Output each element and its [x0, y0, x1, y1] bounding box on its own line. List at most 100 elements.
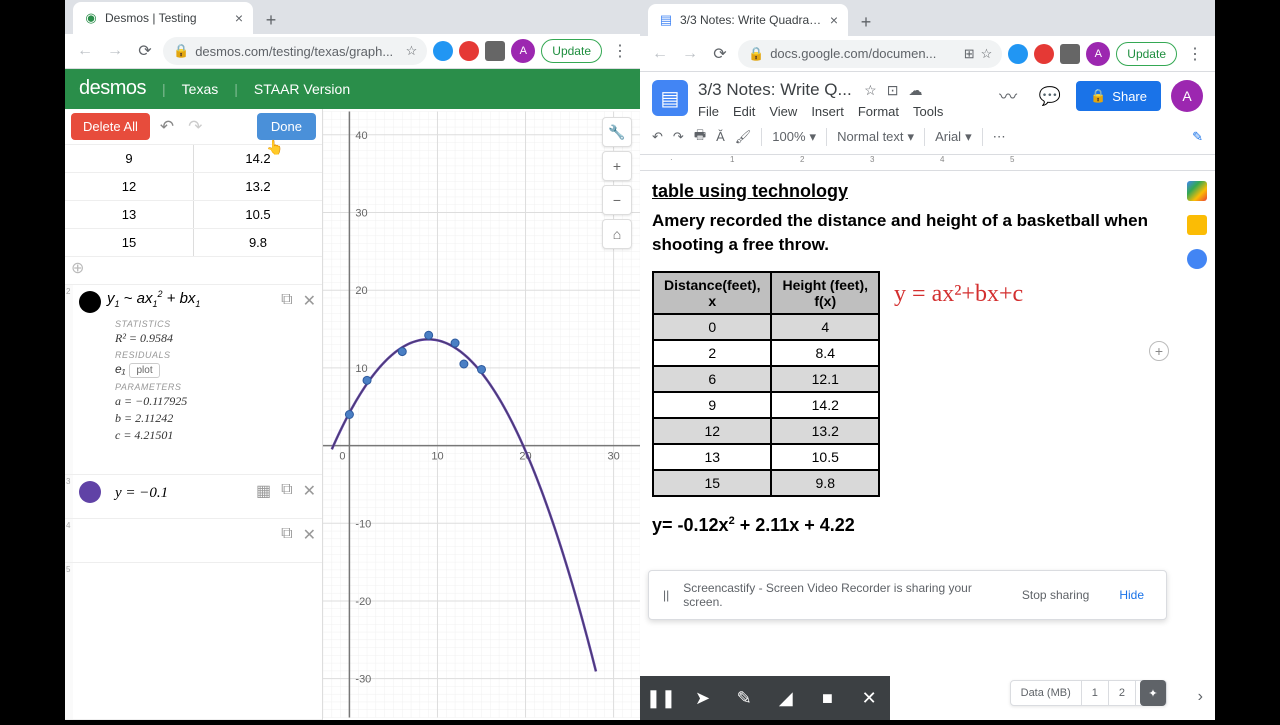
new-tab-button[interactable]: + — [257, 6, 285, 34]
zoom-icon[interactable]: ⊕ — [71, 258, 84, 278]
close-tab-icon[interactable]: × — [830, 12, 838, 28]
extension-icon[interactable] — [433, 41, 453, 61]
undo-icon[interactable]: ↶ — [652, 129, 663, 145]
close-tab-icon[interactable]: × — [235, 10, 243, 26]
extension-icon[interactable] — [1034, 44, 1054, 64]
cloud-icon[interactable]: ☁ — [908, 82, 922, 99]
pointer-icon[interactable]: ➤ — [687, 688, 717, 709]
extension-icon[interactable] — [1008, 44, 1028, 64]
profile-avatar[interactable]: A — [1086, 42, 1110, 66]
calendar-icon[interactable] — [1187, 181, 1207, 201]
star-icon[interactable]: ☆ — [864, 82, 877, 99]
format-toolbar: ↶ ↷ 🖶 Ǎ 🖌 100% ▾ Normal text ▾ Arial ▾ ⋯… — [640, 119, 1215, 155]
forward-icon[interactable]: → — [678, 42, 702, 66]
duplicate-icon[interactable]: ⧉ — [281, 481, 292, 501]
star-icon[interactable]: ☆ — [406, 43, 418, 59]
delete-icon[interactable]: ✕ — [303, 291, 316, 311]
region-label[interactable]: Texas — [182, 81, 219, 97]
chevron-right-icon[interactable]: › — [1198, 688, 1203, 706]
home-icon[interactable]: ⌂ — [602, 219, 632, 249]
reload-icon[interactable]: ⟳ — [133, 39, 157, 63]
menu-format[interactable]: Format — [858, 104, 899, 119]
expression-panel: Delete All ↶ ↷ Done 👆 914.2 1213.2 1310.… — [65, 109, 323, 720]
back-icon[interactable]: ← — [648, 42, 672, 66]
plot-button[interactable]: plot — [129, 363, 159, 378]
delete-icon[interactable]: ✕ — [303, 525, 316, 545]
browser-tab[interactable]: ◉ Desmos | Testing × — [73, 2, 253, 34]
forward-icon[interactable]: → — [103, 39, 127, 63]
ruler[interactable]: ·12345 — [640, 155, 1215, 171]
color-dot[interactable] — [79, 481, 101, 503]
profile-avatar[interactable]: A — [511, 39, 535, 63]
more-icon[interactable]: ⋯ — [993, 129, 1006, 145]
menu-edit[interactable]: Edit — [733, 104, 755, 119]
camera-icon[interactable]: ■ — [812, 688, 842, 709]
menu-icon[interactable]: ⋮ — [608, 39, 632, 63]
docs-favicon: ▤ — [658, 12, 674, 28]
add-comment-button[interactable]: + — [1149, 341, 1169, 361]
done-button[interactable]: Done — [257, 113, 316, 140]
spellcheck-icon[interactable]: Ǎ — [716, 129, 725, 144]
edit-mode-icon[interactable]: ✎ — [1192, 129, 1203, 145]
star-icon[interactable]: ☆ — [981, 46, 993, 62]
comment-icon[interactable]: 💬 — [1034, 80, 1066, 112]
document-body[interactable]: table using technology Amery recorded th… — [640, 171, 1179, 720]
reload-icon[interactable]: ⟳ — [708, 42, 732, 66]
menu-bar: File Edit View Insert Format Tools — [698, 104, 982, 119]
svg-text:40: 40 — [355, 130, 367, 142]
doc-title[interactable]: 3/3 Notes: Write Q... — [698, 80, 852, 99]
explore-bar[interactable]: Data (MB) 1 2 ✦ — [1010, 680, 1167, 706]
close-icon[interactable]: ✕ — [854, 688, 884, 709]
keep-icon[interactable] — [1187, 215, 1207, 235]
duplicate-icon[interactable]: ⧉ — [281, 291, 292, 311]
update-button[interactable]: Update — [541, 39, 602, 63]
svg-text:-10: -10 — [355, 518, 371, 530]
paint-icon[interactable]: 🖌 — [735, 129, 752, 145]
url-input[interactable]: 🔒 desmos.com/testing/texas/graph... ☆ — [163, 37, 427, 65]
svg-text:-20: -20 — [355, 596, 371, 608]
tasks-icon[interactable] — [1187, 249, 1207, 269]
browser-tab[interactable]: ▤ 3/3 Notes: Write Quadratic Eq... × — [648, 4, 848, 36]
graph-canvas[interactable]: 102030-30-20-10102030400 🔧 + − ⌂ — [323, 109, 640, 720]
activity-icon[interactable]: 〰 — [992, 80, 1024, 112]
delete-icon[interactable]: ✕ — [303, 481, 316, 501]
move-icon[interactable]: ⊡ — [887, 82, 899, 99]
extension-icon[interactable] — [485, 41, 505, 61]
color-dot[interactable] — [79, 291, 101, 313]
avatar[interactable]: A — [1171, 80, 1203, 112]
zoom-select[interactable]: 100% ▾ — [772, 129, 816, 145]
explore-icon[interactable]: ✦ — [1140, 680, 1166, 706]
zoom-in-icon[interactable]: + — [602, 151, 632, 181]
pause-icon[interactable]: ❚❚ — [646, 688, 676, 709]
redo-icon[interactable]: ↷ — [673, 129, 684, 145]
back-icon[interactable]: ← — [73, 39, 97, 63]
zoom-out-icon[interactable]: − — [602, 185, 632, 215]
table-icon[interactable]: ▦ — [256, 481, 271, 501]
docs-icon[interactable]: ▤ — [652, 80, 688, 116]
extension-icon[interactable] — [1060, 44, 1080, 64]
menu-tools[interactable]: Tools — [913, 104, 943, 119]
font-select[interactable]: Arial ▾ — [935, 129, 972, 145]
side-panel — [1179, 171, 1215, 720]
pen-icon[interactable]: ✎ — [729, 688, 759, 709]
wrench-icon[interactable]: 🔧 — [602, 117, 632, 147]
share-button[interactable]: 🔒Share — [1076, 81, 1161, 111]
redo-icon[interactable]: ↷ — [184, 117, 206, 137]
url-input[interactable]: 🔒 docs.google.com/documen... ⊞ ☆ — [738, 40, 1002, 68]
menu-view[interactable]: View — [769, 104, 797, 119]
menu-icon[interactable]: ⋮ — [1183, 42, 1207, 66]
eraser-icon[interactable]: ◢ — [771, 688, 801, 709]
update-button[interactable]: Update — [1116, 42, 1177, 66]
apps-icon[interactable]: ⊞ — [964, 46, 975, 62]
extension-icon[interactable] — [459, 41, 479, 61]
menu-insert[interactable]: Insert — [811, 104, 844, 119]
new-tab-button[interactable]: + — [852, 8, 880, 36]
delete-all-button[interactable]: Delete All — [71, 113, 150, 140]
stop-sharing-button[interactable]: Stop sharing — [1014, 584, 1097, 606]
style-select[interactable]: Normal text ▾ — [837, 129, 914, 145]
undo-icon[interactable]: ↶ — [156, 117, 178, 137]
duplicate-icon[interactable]: ⧉ — [281, 525, 292, 545]
menu-file[interactable]: File — [698, 104, 719, 119]
print-icon[interactable]: 🖶 — [694, 126, 706, 148]
hide-button[interactable]: Hide — [1111, 584, 1152, 606]
